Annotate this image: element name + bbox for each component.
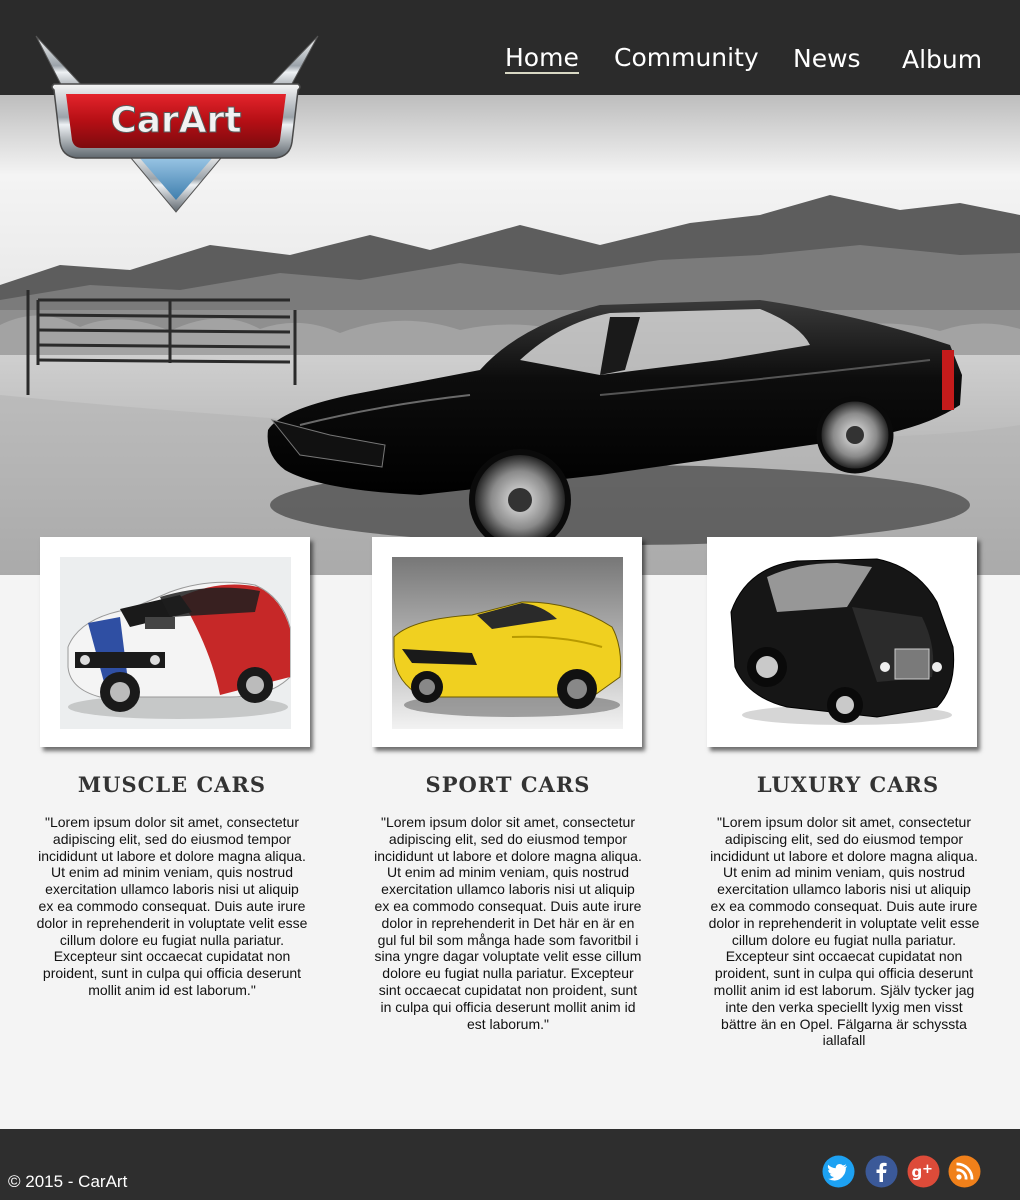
logo-text: CarArt xyxy=(110,100,241,141)
nav-home[interactable]: Home xyxy=(505,44,579,74)
nav-album[interactable]: Album xyxy=(902,45,982,74)
google-plus-icon[interactable]: g + xyxy=(907,1155,940,1188)
muscle-car-image xyxy=(60,557,291,729)
nav-community[interactable]: Community xyxy=(614,43,759,72)
site-logo[interactable]: CarArt xyxy=(30,32,322,217)
rss-icon[interactable] xyxy=(948,1155,981,1188)
svg-text:+: + xyxy=(922,1162,933,1177)
facebook-icon[interactable] xyxy=(865,1155,898,1188)
twitter-icon[interactable] xyxy=(822,1155,855,1188)
svg-text:g: g xyxy=(912,1163,923,1181)
card-text-sport: "Lorem ipsum dolor sit amet, consectetur… xyxy=(374,814,642,1032)
card-muscle-cars[interactable] xyxy=(40,537,310,747)
copyright-text: © 2015 - CarArt xyxy=(8,1172,128,1191)
card-luxury-cars[interactable] xyxy=(707,537,977,747)
sport-car-image xyxy=(392,557,623,729)
card-text-muscle: "Lorem ipsum dolor sit amet, consectetur… xyxy=(36,814,308,998)
card-title-sport: Sport Cars xyxy=(425,772,591,797)
luxury-car-image xyxy=(727,557,958,729)
card-sport-cars[interactable] xyxy=(372,537,642,747)
nav-news[interactable]: News xyxy=(793,44,861,73)
card-title-muscle: Muscle Cars xyxy=(77,772,267,797)
card-title-luxury: Luxury Cars xyxy=(756,772,940,797)
card-text-luxury: "Lorem ipsum dolor sit amet, consectetur… xyxy=(708,814,980,1049)
